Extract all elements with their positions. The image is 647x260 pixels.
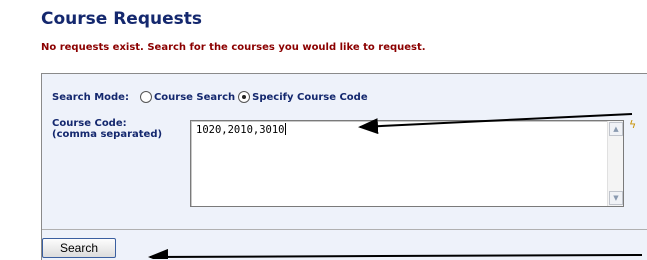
annotation-arrow-code — [358, 113, 633, 135]
annotation-arrow-search — [148, 248, 643, 259]
annotation-arrows — [148, 113, 643, 259]
